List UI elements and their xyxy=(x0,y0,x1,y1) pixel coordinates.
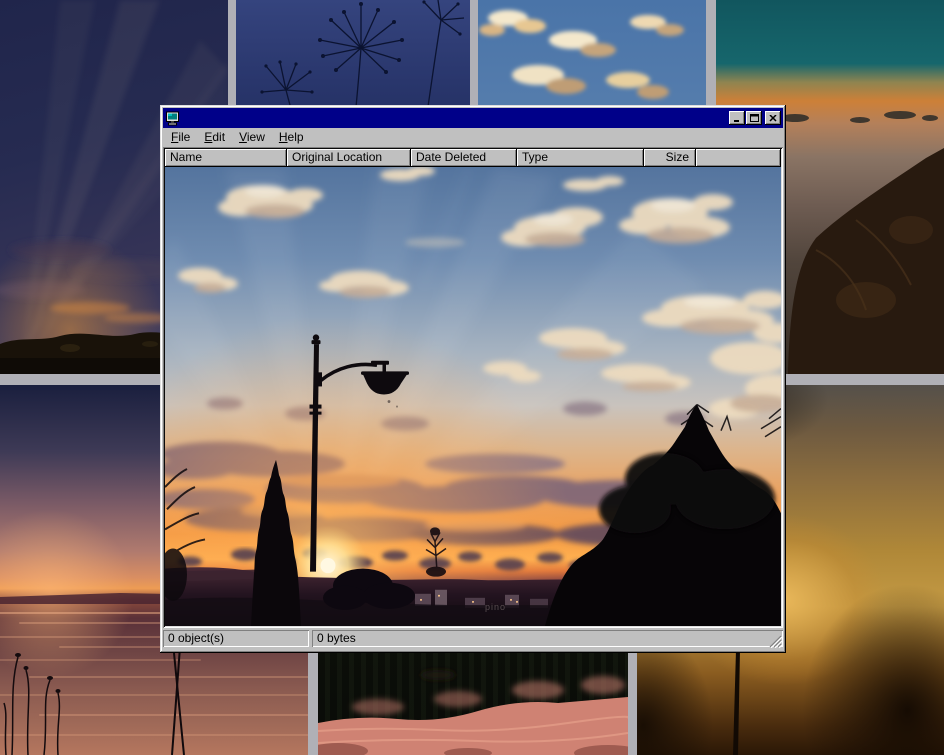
sunset-photo: pino xyxy=(165,167,781,626)
menu-bar: File Edit View Help xyxy=(163,128,783,147)
window-titlebar[interactable] xyxy=(163,108,783,128)
menu-item-help[interactable]: Help xyxy=(272,128,311,147)
column-header-size[interactable]: Size xyxy=(644,149,696,167)
resize-grip-icon[interactable] xyxy=(769,635,782,648)
column-header-original-location[interactable]: Original Location xyxy=(287,149,411,167)
application-window-icon xyxy=(165,111,181,126)
close-icon xyxy=(769,115,777,122)
menu-item-edit[interactable]: Edit xyxy=(197,128,232,147)
column-header-type[interactable]: Type xyxy=(517,149,644,167)
column-header-filler xyxy=(696,149,781,167)
desktop-wallpaper: File Edit View Help Name Original Locati… xyxy=(0,0,944,755)
minimize-icon xyxy=(733,115,741,122)
menu-item-view[interactable]: View xyxy=(232,128,272,147)
column-header-date-deleted[interactable]: Date Deleted xyxy=(411,149,517,167)
menu-item-file[interactable]: File xyxy=(164,128,197,147)
close-button[interactable] xyxy=(765,111,781,125)
column-headers: Name Original Location Date Deleted Type… xyxy=(165,149,781,167)
minimize-button[interactable] xyxy=(729,111,745,125)
column-header-name[interactable]: Name xyxy=(165,149,287,167)
status-object-count: 0 object(s) xyxy=(163,630,309,647)
status-byte-count: 0 bytes xyxy=(312,630,783,647)
photo-watermark: pino xyxy=(485,602,506,612)
maximize-icon xyxy=(750,114,759,122)
list-view-area[interactable]: Name Original Location Date Deleted Type… xyxy=(163,147,783,628)
status-bar: 0 object(s) 0 bytes xyxy=(163,630,783,650)
pole-silhouette xyxy=(733,650,740,755)
window-content-photo: pino xyxy=(165,167,781,626)
maximize-button[interactable] xyxy=(746,111,762,125)
window-controls xyxy=(728,111,781,125)
recycle-bin-window: File Edit View Help Name Original Locati… xyxy=(160,105,786,653)
